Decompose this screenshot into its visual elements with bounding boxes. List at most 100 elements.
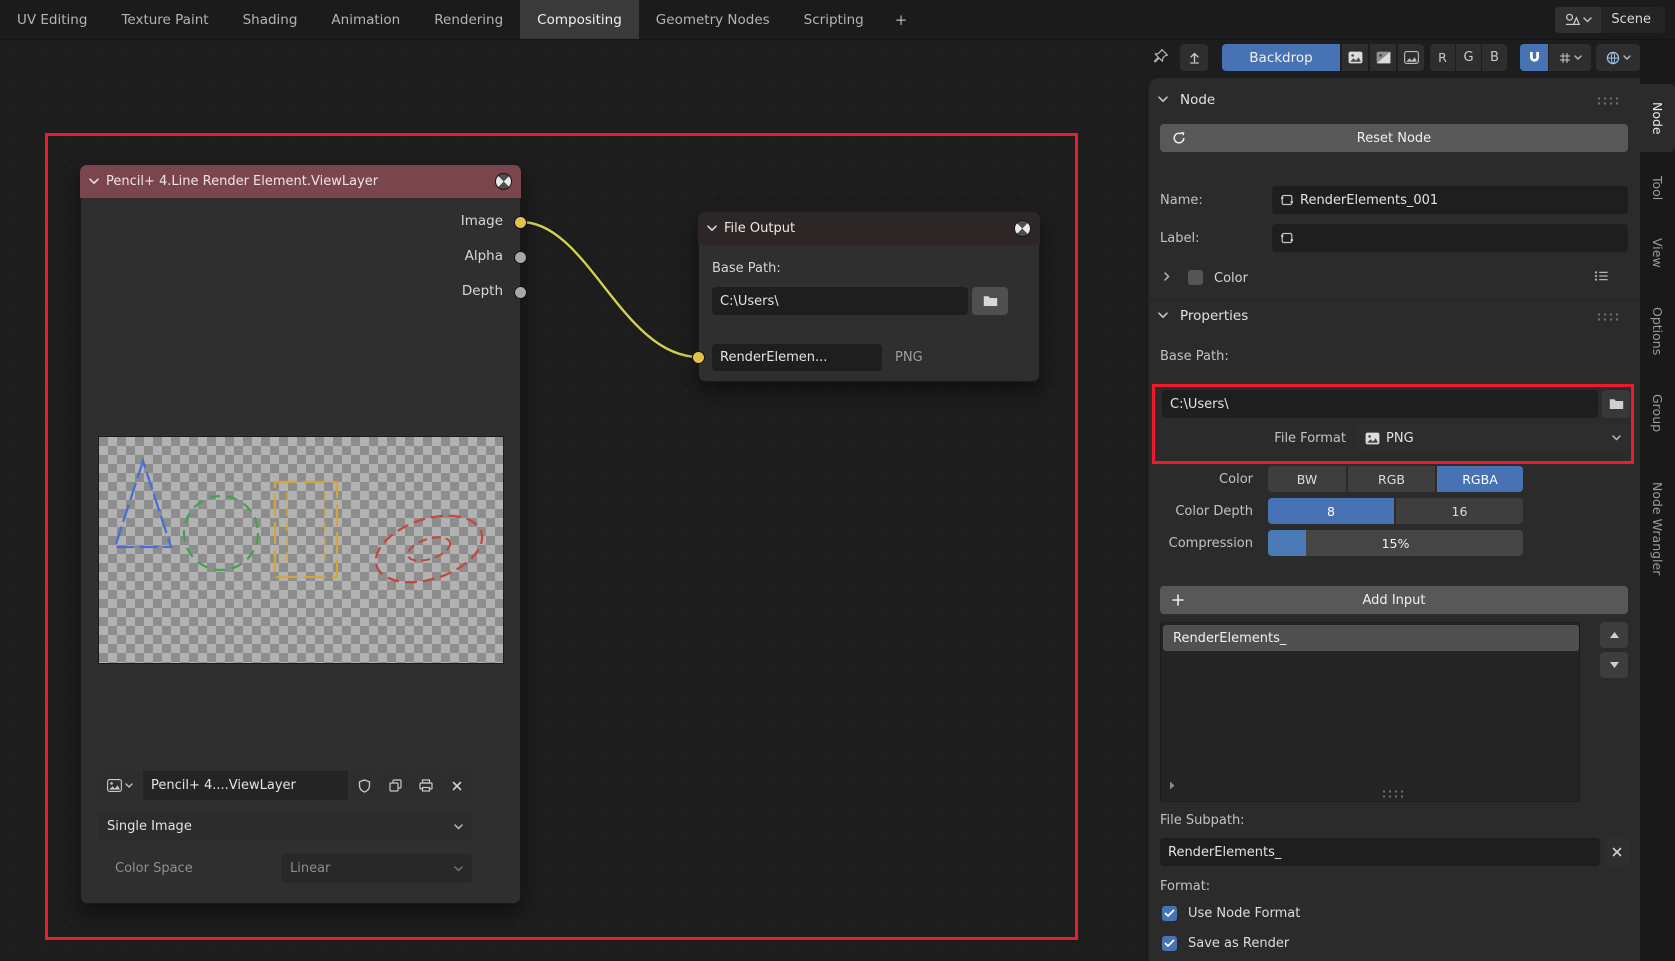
image-color-alpha-icon [1376, 51, 1391, 64]
workspace-tab-shading[interactable]: Shading [226, 0, 315, 39]
file-output-input-socket[interactable] [692, 351, 705, 364]
workspace-tab-compositing[interactable]: Compositing [520, 0, 639, 39]
workspace-tab-geometry-nodes[interactable]: Geometry Nodes [639, 0, 787, 39]
node-title: Pencil+ 4.Line Render Element.ViewLayer [106, 174, 488, 189]
save-as-render-label: Save as Render [1188, 933, 1289, 953]
add-input-button[interactable]: Add Input [1160, 586, 1628, 614]
fake-user-button[interactable] [349, 771, 379, 800]
arrow-up-icon [1188, 51, 1201, 64]
file-output-node[interactable]: File Output Base Path: C:\Users\ RenderE… [698, 212, 1040, 382]
sidebar-tab-node[interactable]: Node [1640, 84, 1675, 152]
sidebar-tab-tool[interactable]: Tool [1640, 160, 1675, 216]
panel-drag-grip[interactable] [1596, 96, 1620, 105]
scene-name[interactable]: Scene [1601, 7, 1665, 33]
color-mode-bw-button[interactable]: BW [1268, 466, 1346, 492]
sidebar-tab-view[interactable]: View [1640, 224, 1675, 282]
file-subpath-field[interactable]: RenderElements_ [1160, 838, 1600, 866]
node-color-checkbox[interactable] [1188, 270, 1203, 285]
workspace-tab-rendering[interactable]: Rendering [417, 0, 520, 39]
node-label-field[interactable] [1272, 224, 1628, 252]
image-source-dropdown[interactable]: Single Image [98, 812, 472, 841]
list-item-selected[interactable]: RenderElements_ [1163, 625, 1579, 651]
presets-list-icon[interactable] [1594, 270, 1609, 282]
color-depth-16-button[interactable]: 16 [1396, 498, 1523, 524]
base-path-field[interactable]: C:\Users\ [712, 287, 968, 315]
sidebar-tab-group[interactable]: Group [1640, 380, 1675, 446]
name-label: Name: [1160, 186, 1203, 214]
node-panel-title[interactable]: Node [1180, 88, 1215, 112]
base-path-field[interactable]: C:\Users\ [1162, 390, 1598, 418]
move-slot-up-button[interactable] [1600, 622, 1628, 648]
output-label-alpha: Alpha [465, 248, 503, 264]
base-path-value: C:\Users\ [720, 294, 779, 309]
filter-expand-icon[interactable] [1169, 781, 1175, 790]
workspace-tab-animation[interactable]: Animation [314, 0, 417, 39]
backdrop-channel-color-alpha-button[interactable] [1369, 44, 1396, 71]
node-icon [1280, 194, 1294, 206]
file-slot-name-field[interactable]: RenderElemen... [712, 344, 882, 371]
workspace-tab-uv-editing[interactable]: UV Editing [0, 0, 104, 39]
collapse-chevron-icon[interactable] [89, 178, 99, 185]
render-element-node[interactable]: Pencil+ 4.Line Render Element.ViewLayer … [80, 165, 521, 904]
backdrop-channel-g-button[interactable]: G [1456, 44, 1481, 71]
backdrop-toggle-button[interactable]: Backdrop [1222, 44, 1340, 71]
backdrop-channel-r-button[interactable]: R [1430, 44, 1455, 71]
image-output-socket[interactable] [514, 216, 527, 229]
image-name-field[interactable]: Pencil+ 4....ViewLayer [143, 771, 348, 800]
move-slot-down-button[interactable] [1600, 652, 1628, 678]
color-mode-rgba-button[interactable]: RGBA [1437, 466, 1523, 492]
color-space-dropdown[interactable]: Linear [281, 854, 472, 883]
go-to-parent-button[interactable] [1180, 44, 1208, 71]
line-render-preview-art [99, 437, 505, 665]
file-format-dropdown[interactable]: PNG [1356, 424, 1630, 452]
panel-drag-grip[interactable] [1596, 312, 1620, 321]
use-node-format-checkbox[interactable] [1162, 906, 1177, 921]
panel-collapse-icon[interactable] [1158, 312, 1168, 319]
panel-collapse-icon[interactable] [1158, 96, 1168, 103]
alpha-output-socket[interactable] [514, 251, 527, 264]
depth-output-socket[interactable] [514, 286, 527, 299]
overlays-dropdown[interactable] [1596, 44, 1640, 71]
node-title: File Output [724, 221, 1007, 236]
unlink-image-button[interactable] [442, 771, 472, 800]
snap-mode-dropdown[interactable] [1549, 44, 1591, 71]
add-input-label: Add Input [1363, 593, 1426, 608]
color-mode-rgb-button[interactable]: RGB [1348, 466, 1435, 492]
workspace-tab-texture-paint[interactable]: Texture Paint [104, 0, 225, 39]
save-as-render-checkbox[interactable] [1162, 936, 1177, 951]
magnet-icon [1528, 51, 1541, 64]
render-element-node-header[interactable]: Pencil+ 4.Line Render Element.ViewLayer [80, 165, 521, 198]
g-label: G [1463, 50, 1473, 65]
snap-toggle-button[interactable] [1520, 44, 1548, 71]
backdrop-channel-color-button[interactable] [1341, 44, 1368, 71]
workspace-tab-scripting[interactable]: Scripting [787, 0, 881, 39]
folder-icon [1609, 398, 1624, 410]
node-name-field[interactable]: RenderElements_001 [1272, 186, 1628, 214]
backdrop-channel-b-button[interactable]: B [1482, 44, 1507, 71]
browse-folder-button[interactable] [972, 287, 1008, 315]
triangle-up-icon [1610, 632, 1619, 638]
sidebar-tab-node-wrangler[interactable]: Node Wrangler [1640, 454, 1675, 604]
pack-image-button[interactable] [411, 771, 441, 800]
file-slots-list[interactable]: RenderElements_ [1160, 622, 1580, 802]
image-browse-button[interactable] [98, 771, 142, 800]
collapse-chevron-icon[interactable] [707, 225, 717, 232]
backdrop-channel-alpha-button[interactable] [1397, 44, 1424, 71]
chevron-right-icon[interactable] [1164, 272, 1170, 281]
compression-slider[interactable]: 15% [1268, 530, 1523, 556]
node-preview-image [98, 436, 504, 664]
clear-subpath-button[interactable] [1604, 838, 1630, 866]
list-resize-grip[interactable] [1381, 789, 1405, 798]
image-alpha-icon [1404, 51, 1419, 64]
properties-panel-title[interactable]: Properties [1180, 304, 1248, 328]
file-output-node-header[interactable]: File Output [698, 212, 1040, 245]
pin-icon[interactable] [1152, 48, 1169, 65]
sidebar-tab-options[interactable]: Options [1640, 290, 1675, 372]
reset-node-button[interactable]: Reset Node [1160, 124, 1628, 152]
scene-browse-button[interactable] [1555, 7, 1601, 33]
add-workspace-button[interactable]: + [881, 0, 922, 39]
duplicate-image-button[interactable] [380, 771, 410, 800]
color-depth-8-button[interactable]: 8 [1268, 498, 1394, 524]
browse-folder-button[interactable] [1602, 390, 1630, 418]
plus-icon [1172, 594, 1184, 606]
